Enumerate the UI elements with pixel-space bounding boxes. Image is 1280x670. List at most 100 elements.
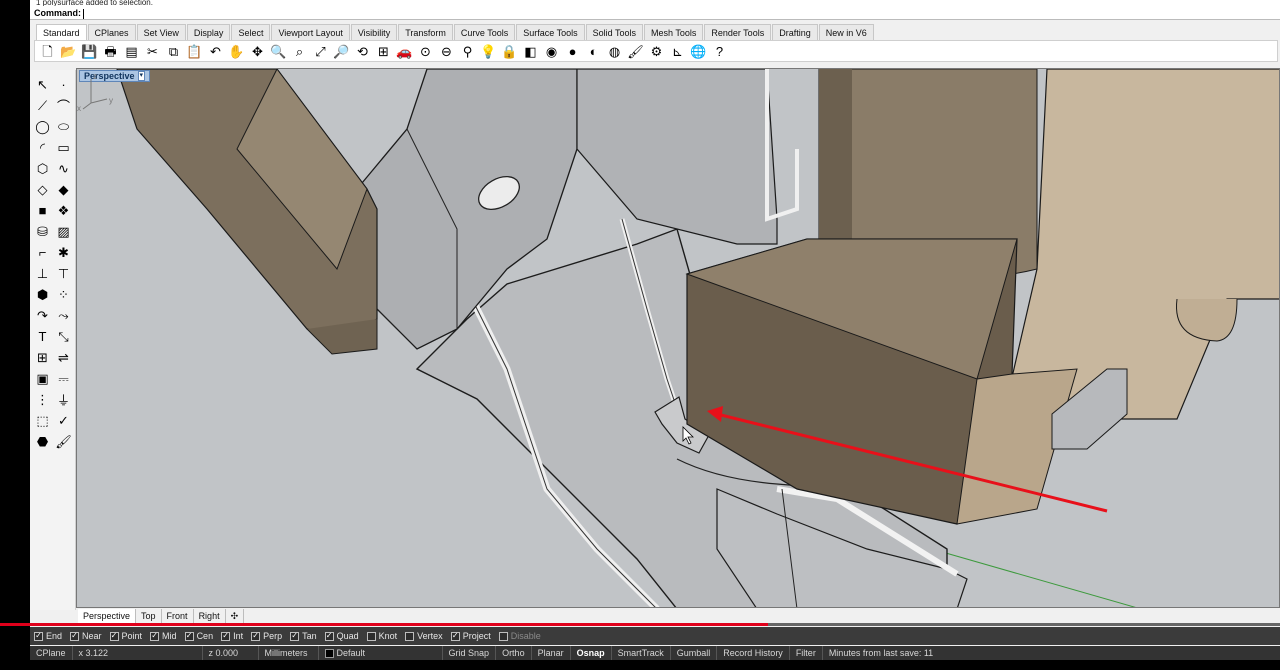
mirror-icon[interactable]: ⇌ <box>53 347 74 368</box>
osnap-vertex-checkbox[interactable] <box>405 631 415 641</box>
rotate-view-icon[interactable]: ✥ <box>248 42 267 60</box>
osnap-mid-checkbox[interactable]: ✓ <box>150 631 160 641</box>
tab-standard[interactable]: Standard <box>36 24 87 40</box>
tab-curve-tools[interactable]: Curve Tools <box>453 24 516 40</box>
osnap-toggle[interactable]: Osnap <box>571 646 612 660</box>
circle-icon[interactable]: ◯ <box>32 116 53 137</box>
tab-solid-tools[interactable]: Solid Tools <box>585 24 643 40</box>
explode-icon[interactable]: ✱ <box>53 242 74 263</box>
material-sphere-icon[interactable]: ● <box>563 42 582 60</box>
tab-viewport-layout[interactable]: Viewport Layout <box>271 24 350 40</box>
command-line[interactable]: Command: <box>30 6 1280 20</box>
osnap-project[interactable]: ✓ Project <box>450 631 491 641</box>
undo-icon[interactable]: ↶ <box>206 42 225 60</box>
surface-from-points-icon[interactable]: ◇ <box>32 179 53 200</box>
osnap-int-checkbox[interactable]: ✓ <box>221 631 231 641</box>
check-icon[interactable]: ✓ <box>53 410 74 431</box>
print-icon[interactable]: 🖶 <box>101 42 120 60</box>
tan-right-block[interactable] <box>1006 69 1280 420</box>
osnap-end[interactable]: ✓ End <box>34 631 62 641</box>
model-scene[interactable] <box>77 69 1280 608</box>
paint-brush-icon[interactable]: 🖌 <box>626 42 645 60</box>
tab-surface-tools[interactable]: Surface Tools <box>516 24 585 40</box>
layer-icon[interactable]: ◧ <box>521 42 540 60</box>
ortho-toggle[interactable]: Ortho <box>496 646 532 660</box>
history-icon[interactable]: ⏚ <box>53 389 74 410</box>
new-file-icon[interactable]: 🗋 <box>38 42 57 60</box>
record-history-toggle[interactable]: Record History <box>717 646 790 660</box>
cylinder-icon[interactable]: ⛁ <box>32 221 53 242</box>
view-tab-perspective[interactable]: Perspective <box>78 609 137 623</box>
cplane-readout[interactable]: CPlane <box>30 646 73 660</box>
osnap-perp[interactable]: ✓ Perp <box>251 631 282 641</box>
save-icon[interactable]: 💾 <box>80 42 99 60</box>
select-arrow-icon[interactable]: ↖ <box>32 74 53 95</box>
osnap-point[interactable]: ✓ Point <box>109 631 142 641</box>
tab-new-in-v6[interactable]: New in V6 <box>818 24 874 40</box>
grid-snap-toggle[interactable]: Grid Snap <box>443 646 497 660</box>
grid-viewports-icon[interactable]: ⊞ <box>374 42 393 60</box>
rotate-view-2-icon[interactable]: ⟲ <box>353 42 372 60</box>
grid-points-icon[interactable]: ⋮ <box>32 389 53 410</box>
rectangle-icon[interactable]: ▭ <box>53 137 74 158</box>
split-icon[interactable]: ⊤ <box>53 263 74 284</box>
osnap-point-checkbox[interactable]: ✓ <box>109 631 119 641</box>
smarttrack-toggle[interactable]: SmartTrack <box>612 646 671 660</box>
cut-icon[interactable]: ✂ <box>143 42 162 60</box>
offset-icon[interactable]: ↷ <box>32 305 53 326</box>
tab-transform[interactable]: Transform <box>398 24 453 40</box>
solid-tools-icon[interactable]: ⬣ <box>32 431 53 452</box>
analyze-icon[interactable]: ⎓ <box>53 368 74 389</box>
array-icon[interactable]: ⊞ <box>32 347 53 368</box>
osnap-vertex[interactable]: Vertex <box>405 631 443 641</box>
osnap-quad[interactable]: ✓ Quad <box>324 631 359 641</box>
osnap-quad-checkbox[interactable]: ✓ <box>324 631 334 641</box>
copy-icon[interactable]: ⧉ <box>164 42 183 60</box>
view-tab-top[interactable]: Top <box>136 609 162 623</box>
dimension-tool-icon[interactable]: ⤡ <box>53 326 74 347</box>
osnap-cen-checkbox[interactable]: ✓ <box>184 631 194 641</box>
fillet-icon[interactable]: ⌐ <box>32 242 53 263</box>
tab-drafting[interactable]: Drafting <box>772 24 818 40</box>
osnap-knot-checkbox[interactable] <box>366 631 376 641</box>
extrude-curve-icon[interactable]: ◆ <box>53 179 74 200</box>
osnap-near[interactable]: ✓ Near <box>70 631 102 641</box>
paste-icon[interactable]: 📋 <box>185 42 204 60</box>
osnap-mid[interactable]: ✓ Mid <box>150 631 177 641</box>
properties-icon[interactable]: ▤ <box>122 42 141 60</box>
filter-toggle[interactable]: Filter <box>790 646 823 660</box>
osnap-project-checkbox[interactable]: ✓ <box>450 631 460 641</box>
osnap-perp-checkbox[interactable]: ✓ <box>251 631 261 641</box>
tab-cplanes[interactable]: CPlanes <box>87 24 136 40</box>
point-icon[interactable]: · <box>53 74 74 95</box>
boolean-icon[interactable]: ❖ <box>53 200 74 221</box>
shaded-sphere-icon[interactable]: ◍ <box>605 42 624 60</box>
osnap-tan-checkbox[interactable]: ✓ <box>290 631 300 641</box>
osnap-disable[interactable]: Disable <box>498 631 541 641</box>
osnap-tan[interactable]: ✓ Tan <box>290 631 317 641</box>
text-icon[interactable]: T <box>32 326 53 347</box>
paint-icon[interactable]: 🖌 <box>53 431 74 452</box>
planar-toggle[interactable]: Planar <box>532 646 571 660</box>
open-folder-icon[interactable]: 📂 <box>59 42 78 60</box>
lock-icon[interactable]: 🔒 <box>500 42 519 60</box>
polygon-icon[interactable]: ⬡ <box>32 158 53 179</box>
osnap-disable-checkbox[interactable] <box>498 631 508 641</box>
car-icon[interactable]: 🚗 <box>395 42 414 60</box>
pan-hand-icon[interactable]: ✋ <box>227 42 246 60</box>
arc-icon[interactable]: ◜ <box>32 137 53 158</box>
tab-select[interactable]: Select <box>231 24 271 40</box>
viewport-menu-dropdown-icon[interactable]: ▾ <box>137 71 146 81</box>
view-tab-front[interactable]: Front <box>162 609 194 623</box>
polyline-icon[interactable]: ⟋ <box>32 95 53 116</box>
object-snap-icon[interactable]: ⚲ <box>458 42 477 60</box>
help-icon[interactable]: ? <box>710 42 729 60</box>
zoom-selected-icon[interactable]: 🔎 <box>332 42 351 60</box>
blend-icon[interactable]: ⤳ <box>53 305 74 326</box>
tab-visibility[interactable]: Visibility <box>350 24 398 40</box>
dimension-icon[interactable]: ⊾ <box>668 42 687 60</box>
curve-points-icon[interactable]: ⌒ <box>53 95 74 116</box>
options-gear-icon[interactable]: ⚙ <box>647 42 666 60</box>
zoom-icon[interactable]: 🔍 <box>269 42 288 60</box>
group-icon[interactable]: ⬢ <box>32 284 53 305</box>
